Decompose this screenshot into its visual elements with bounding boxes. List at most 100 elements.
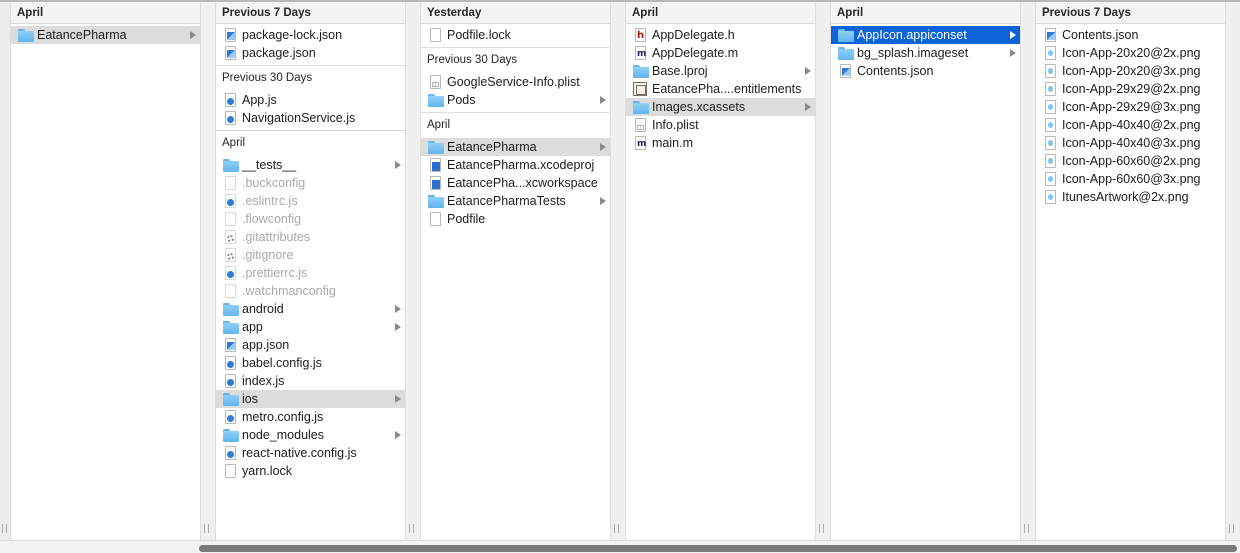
item-name: Icon-App-29x29@3x.png — [1062, 100, 1201, 114]
file-item[interactable]: .flowconfig — [216, 210, 405, 228]
folder-item[interactable]: EatancePharmaTests — [421, 192, 610, 210]
file-item[interactable]: Podfile.lock — [421, 26, 610, 44]
json-file-icon — [840, 64, 851, 78]
item-name: AppDelegate.m — [652, 46, 739, 60]
item-name: .gitignore — [242, 248, 294, 262]
section-group: GoogleService-Info.plist Pods — [421, 71, 610, 112]
file-item[interactable]: Podfile — [421, 210, 610, 228]
folder-icon — [223, 320, 239, 334]
file-item[interactable]: Icon-App-20x20@3x.png — [1036, 62, 1225, 80]
file-item[interactable]: Icon-App-20x20@2x.png — [1036, 44, 1225, 62]
file-item[interactable]: h AppDelegate.h — [626, 26, 815, 44]
png-image-icon — [1045, 64, 1056, 78]
folder-item[interactable]: node_modules — [216, 426, 405, 444]
file-item[interactable]: .buckconfig — [216, 174, 405, 192]
file-item[interactable]: package.json — [216, 44, 405, 62]
header-file-icon: h — [635, 28, 646, 42]
file-item[interactable]: .gitattributes — [216, 228, 405, 246]
item-name: app — [242, 320, 263, 334]
item-name: .watchmanconfig — [242, 284, 336, 298]
disclosure-arrow-icon — [805, 103, 811, 111]
file-item[interactable]: m AppDelegate.m — [626, 44, 815, 62]
file-item[interactable]: app.json — [216, 336, 405, 354]
folder-icon — [428, 93, 444, 107]
item-name: Podfile.lock — [447, 28, 511, 42]
file-item[interactable]: App.js — [216, 91, 405, 109]
column-resize-handle[interactable]: || — [1023, 524, 1031, 534]
folder-item[interactable]: Pods — [421, 91, 610, 109]
file-item[interactable]: Icon-App-40x40@2x.png — [1036, 116, 1225, 134]
column-resize-handle[interactable]: || — [613, 524, 621, 534]
file-item[interactable]: yarn.lock — [216, 462, 405, 480]
file-item[interactable]: Info.plist — [626, 116, 815, 134]
config-file-icon — [225, 248, 236, 262]
file-item[interactable]: EatancePharma.xcodeproj — [421, 156, 610, 174]
folder-item[interactable]: Base.lproj — [626, 62, 815, 80]
folder-item[interactable]: __tests__ — [216, 156, 405, 174]
section-header: April — [11, 2, 200, 24]
file-item[interactable]: Icon-App-29x29@3x.png — [1036, 98, 1225, 116]
folder-item[interactable]: ios — [216, 390, 405, 408]
file-item[interactable]: .watchmanconfig — [216, 282, 405, 300]
column-resize-handle[interactable]: || — [1228, 524, 1236, 534]
folder-icon — [838, 46, 854, 60]
file-item[interactable]: EatancePha...xcworkspace — [421, 174, 610, 192]
config-file-icon — [225, 230, 236, 244]
column-resize-handle[interactable]: || — [203, 524, 211, 534]
folder-item[interactable]: android — [216, 300, 405, 318]
section-group: AppIcon.appiconset bg_splash.imageset Cont… — [831, 24, 1020, 83]
file-item[interactable]: package-lock.json — [216, 26, 405, 44]
file-item[interactable]: metro.config.js — [216, 408, 405, 426]
file-item[interactable]: babel.config.js — [216, 354, 405, 372]
folder-item[interactable]: AppIcon.appiconset — [831, 26, 1020, 44]
item-name: react-native.config.js — [242, 446, 357, 460]
file-item[interactable]: Icon-App-60x60@3x.png — [1036, 170, 1225, 188]
item-name: EatancePharma — [37, 28, 127, 42]
column-3: Yesterday Podfile.lock Previous 30 Days Goo… — [420, 2, 611, 540]
column-resize-handle[interactable]: || — [818, 524, 826, 534]
horizontal-scrollbar-thumb[interactable] — [199, 545, 1237, 552]
column-resize-handle[interactable]: || — [1, 524, 9, 534]
item-name: yarn.lock — [242, 464, 293, 478]
item-name: bg_splash.imageset — [857, 46, 969, 60]
folder-item[interactable]: app — [216, 318, 405, 336]
file-item[interactable]: Icon-App-40x40@3x.png — [1036, 134, 1225, 152]
file-item[interactable]: react-native.config.js — [216, 444, 405, 462]
folder-item[interactable]: bg_splash.imageset — [831, 44, 1020, 62]
folder-item[interactable]: EatancePharma — [421, 138, 610, 156]
file-item[interactable]: .eslintrc.js — [216, 192, 405, 210]
file-item[interactable]: Icon-App-60x60@2x.png — [1036, 152, 1225, 170]
horizontal-scrollbar[interactable] — [0, 540, 1240, 553]
item-name: NavigationService.js — [242, 111, 356, 125]
file-item[interactable]: EatancePha....entitlements — [626, 80, 815, 98]
file-item[interactable]: Contents.json — [831, 62, 1020, 80]
folder-item[interactable]: EatancePharma — [11, 26, 200, 44]
column-gutter — [1021, 2, 1035, 540]
document-icon — [225, 464, 236, 478]
document-icon — [225, 212, 236, 226]
section-group: package-lock.json package.json — [216, 24, 405, 65]
json-file-icon — [1045, 28, 1056, 42]
file-item[interactable]: .gitignore — [216, 246, 405, 264]
file-item[interactable]: NavigationService.js — [216, 109, 405, 127]
file-item[interactable]: ItunesArtwork@2x.png — [1036, 188, 1225, 206]
section-group: EatancePharma EatancePharma.xcodeproj Eata… — [421, 136, 610, 231]
file-item[interactable]: Contents.json — [1036, 26, 1225, 44]
file-item[interactable]: index.js — [216, 372, 405, 390]
xcode-project-icon — [430, 158, 441, 172]
file-item[interactable]: .prettierrc.js — [216, 264, 405, 282]
folder-icon — [428, 140, 444, 154]
item-name: .prettierrc.js — [242, 266, 308, 280]
document-icon — [225, 176, 236, 190]
item-name: android — [242, 302, 284, 316]
js-file-icon — [225, 374, 236, 388]
file-item[interactable]: m main.m — [626, 134, 815, 152]
json-file-icon — [225, 46, 236, 60]
file-item[interactable]: GoogleService-Info.plist — [421, 73, 610, 91]
folder-icon — [223, 158, 239, 172]
column-gutter — [1226, 2, 1240, 540]
disclosure-arrow-icon — [600, 143, 606, 151]
column-resize-handle[interactable]: || — [408, 524, 416, 534]
file-item[interactable]: Icon-App-29x29@2x.png — [1036, 80, 1225, 98]
folder-item[interactable]: Images.xcassets — [626, 98, 815, 116]
